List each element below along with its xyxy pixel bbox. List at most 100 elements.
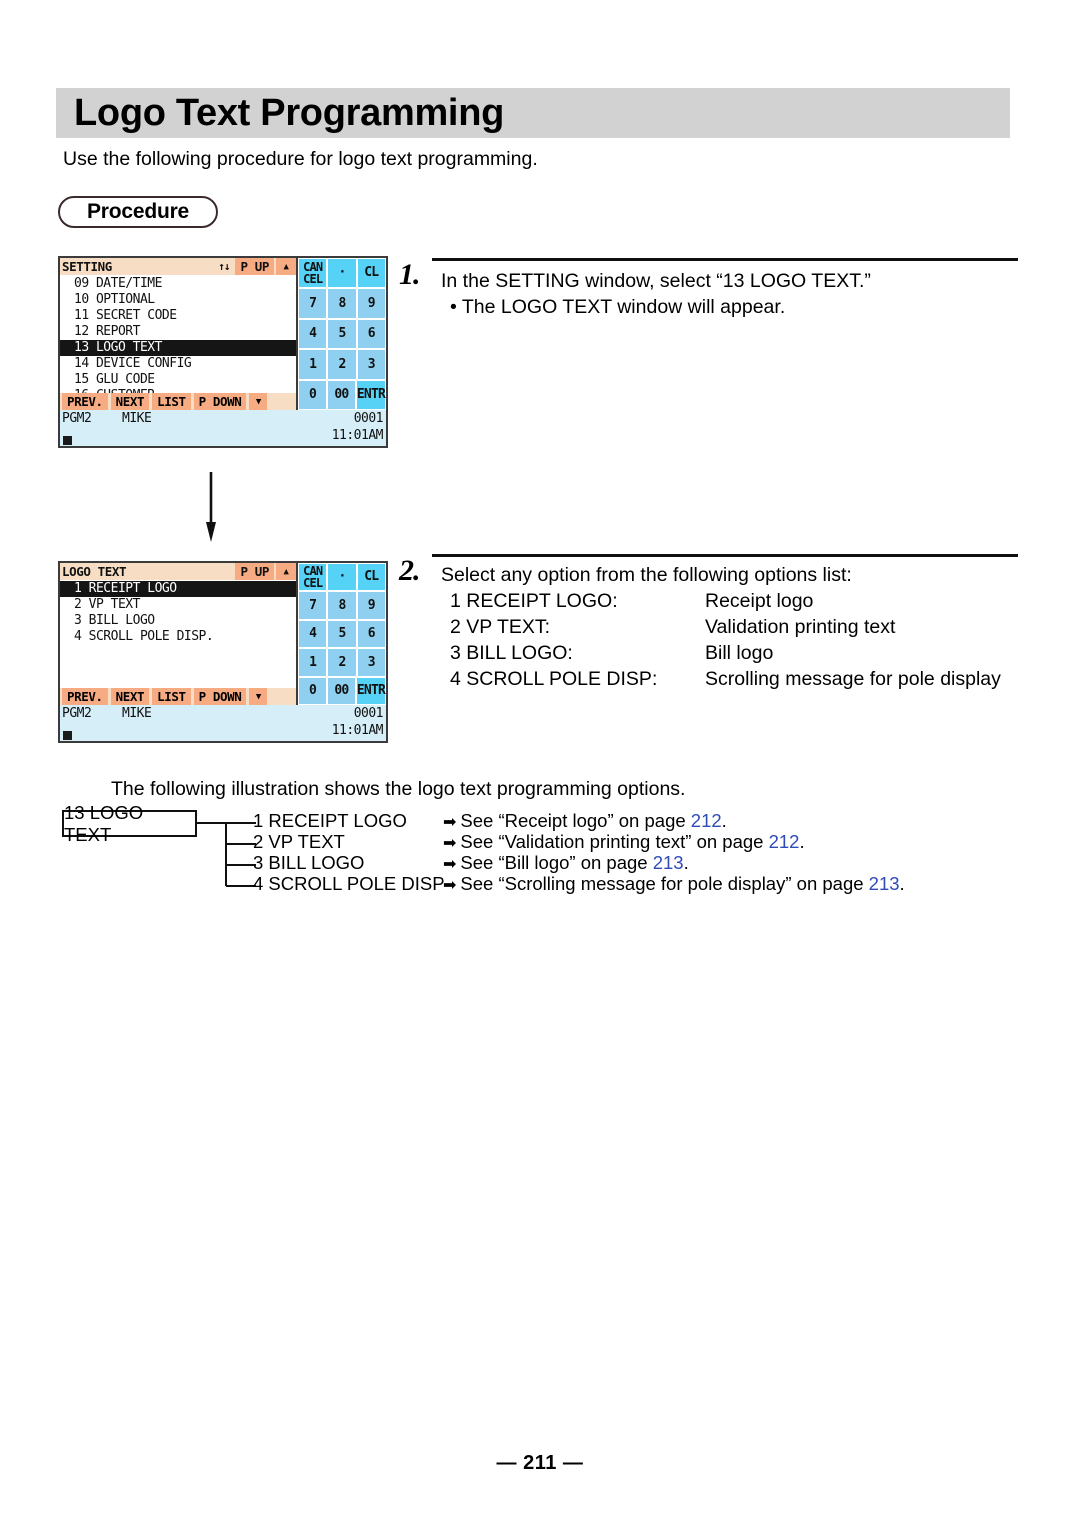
decimal-key[interactable]: · bbox=[328, 259, 356, 288]
cancel-key[interactable]: CAN CEL bbox=[299, 259, 327, 288]
scroll-up-arrow-icon[interactable]: ▲ bbox=[276, 258, 296, 275]
page-number-link[interactable]: 212 bbox=[691, 810, 722, 831]
keypad-row: 1 2 3 bbox=[298, 648, 386, 676]
table-row: 3 BILL LOGO: Bill logo bbox=[441, 640, 1001, 666]
key-2[interactable]: 2 bbox=[328, 649, 356, 676]
see-arrow-icon: ➡ bbox=[443, 856, 457, 873]
key-0[interactable]: 0 bbox=[299, 677, 326, 705]
key-0[interactable]: 0 bbox=[299, 380, 326, 410]
ecr-status-bar: PGM2 MIKE 0001 11:01AM bbox=[60, 410, 386, 446]
list-item[interactable]: 09 DATE/TIME bbox=[60, 276, 296, 292]
list-item-selected[interactable]: 1 RECEIPT LOGO bbox=[60, 581, 296, 597]
ecr-window-title: LOGO TEXT bbox=[62, 564, 127, 579]
step-2-rule bbox=[432, 554, 1018, 557]
page-number-link[interactable]: 212 bbox=[769, 831, 800, 852]
key-1[interactable]: 1 bbox=[299, 350, 327, 379]
status-mode: PGM2 bbox=[62, 411, 92, 426]
key-00[interactable]: 00 bbox=[327, 677, 355, 705]
key-4[interactable]: 4 bbox=[299, 319, 327, 349]
list-item[interactable]: 12 REPORT bbox=[60, 324, 296, 340]
status-mode: PGM2 bbox=[62, 706, 92, 721]
tree-connector-lines bbox=[196, 822, 256, 887]
step-2-number: 2. bbox=[399, 554, 420, 587]
list-item[interactable]: 15 GLU CODE bbox=[60, 372, 296, 388]
page-number-link[interactable]: 213 bbox=[653, 852, 684, 873]
scroll-down-arrow-icon[interactable]: ▼ bbox=[249, 688, 268, 705]
key-1[interactable]: 1 bbox=[299, 649, 327, 676]
page-up-button[interactable]: P UP bbox=[235, 563, 274, 580]
list-item[interactable]: 3 BILL LOGO bbox=[60, 613, 296, 629]
next-button[interactable]: NEXT bbox=[110, 393, 150, 410]
options-table: 1 RECEIPT LOGO: Receipt logo 2 VP TEXT: … bbox=[441, 588, 1001, 692]
key-8[interactable]: 8 bbox=[328, 592, 356, 619]
keypad-row: 7 8 9 bbox=[298, 591, 386, 619]
procedure-badge-label: Procedure bbox=[86, 200, 190, 223]
key-6[interactable]: 6 bbox=[357, 620, 385, 648]
list-item[interactable]: 10 OPTIONAL bbox=[60, 292, 296, 308]
list-item-selected[interactable]: 13 LOGO TEXT bbox=[60, 340, 296, 356]
clear-key[interactable]: CL bbox=[357, 564, 385, 591]
clear-key[interactable]: CL bbox=[357, 259, 385, 288]
decimal-key[interactable]: · bbox=[328, 564, 356, 591]
keypad-row: 0 00 ENTR bbox=[298, 677, 386, 705]
scroll-down-arrow-icon[interactable]: ▼ bbox=[249, 393, 268, 410]
key-9[interactable]: 9 bbox=[357, 289, 385, 318]
prev-button[interactable]: PREV. bbox=[62, 688, 108, 705]
page-title: Logo Text Programming bbox=[74, 92, 505, 134]
tree-item-label: 3 BILL LOGO bbox=[253, 852, 365, 873]
next-button[interactable]: NEXT bbox=[110, 688, 150, 705]
key-5[interactable]: 5 bbox=[328, 620, 356, 648]
cancel-key-line2: CEL bbox=[303, 576, 323, 591]
cancel-key[interactable]: CAN CEL bbox=[299, 564, 327, 591]
list-item[interactable]: 2 VP TEXT bbox=[60, 597, 296, 613]
option-label: 4 SCROLL POLE DISP: bbox=[450, 668, 658, 690]
key-3[interactable]: 3 bbox=[357, 350, 385, 379]
prev-button[interactable]: PREV. bbox=[62, 393, 108, 410]
key-2[interactable]: 2 bbox=[328, 350, 356, 379]
key-7[interactable]: 7 bbox=[299, 289, 327, 318]
page-number-link[interactable]: 213 bbox=[869, 873, 900, 894]
scroll-up-arrow-icon[interactable]: ▲ bbox=[276, 563, 296, 580]
key-5[interactable]: 5 bbox=[328, 319, 356, 349]
page-down-button[interactable]: P DOWN bbox=[193, 393, 247, 410]
ecr-screen-setting: SETTING ↑↓ P UP ▲ 09 DATE/TIME 10 OPTION… bbox=[58, 256, 388, 448]
enter-key[interactable]: ENTR bbox=[356, 677, 386, 705]
tree-reference-text: See “Scrolling message for pole display”… bbox=[460, 873, 869, 894]
cancel-key-line2: CEL bbox=[303, 272, 323, 287]
key-3[interactable]: 3 bbox=[357, 649, 385, 676]
step-1-number: 1. bbox=[399, 258, 420, 291]
key-7[interactable]: 7 bbox=[299, 592, 327, 619]
status-time: 11:01AM bbox=[331, 723, 384, 738]
list-item[interactable]: 4 SCROLL POLE DISP. bbox=[60, 629, 296, 645]
ecr-menu-list[interactable]: 1 RECEIPT LOGO 2 VP TEXT 3 BILL LOGO 4 S… bbox=[60, 580, 296, 688]
tree-intro-text: The following illustration shows the log… bbox=[111, 778, 686, 800]
ecr-keypad: CAN CEL · CL 7 8 9 4 5 6 1 2 3 0 00 ENTR bbox=[298, 258, 386, 410]
list-button[interactable]: LIST bbox=[152, 393, 191, 410]
page-down-button[interactable]: P DOWN bbox=[193, 688, 247, 705]
tree-reference: ➡ See “Receipt logo” on page 212. bbox=[443, 810, 905, 831]
key-00[interactable]: 00 bbox=[327, 380, 355, 410]
key-9[interactable]: 9 bbox=[357, 592, 385, 619]
keypad-row: 1 2 3 bbox=[298, 349, 386, 379]
tree-reference-period: . bbox=[683, 852, 689, 873]
ecr-window-title: SETTING bbox=[62, 259, 112, 274]
ecr-top-area: LOGO TEXT P UP ▲ 1 RECEIPT LOGO 2 VP TEX… bbox=[60, 563, 386, 705]
page-title-banner: Logo Text Programming bbox=[56, 88, 1010, 138]
enter-key[interactable]: ENTR bbox=[356, 380, 386, 410]
tree-reference-text: See “Receipt logo” on page bbox=[460, 810, 691, 831]
see-arrow-icon: ➡ bbox=[443, 814, 457, 831]
page-up-button[interactable]: P UP bbox=[235, 258, 274, 275]
ecr-menu-list[interactable]: 09 DATE/TIME 10 OPTIONAL 11 SECRET CODE … bbox=[60, 275, 296, 403]
tree-item-labels: 1 RECEIPT LOGO 2 VP TEXT 3 BILL LOGO 4 S… bbox=[253, 810, 445, 894]
list-button[interactable]: LIST bbox=[152, 688, 191, 705]
list-item[interactable]: 11 SECRET CODE bbox=[60, 308, 296, 324]
ecr-menubar: PREV. NEXT LIST P DOWN ▼ bbox=[60, 688, 296, 705]
step-2-lead: Select any option from the following opt… bbox=[441, 564, 852, 586]
key-8[interactable]: 8 bbox=[328, 289, 356, 318]
list-item[interactable]: 14 DEVICE CONFIG bbox=[60, 356, 296, 372]
key-6[interactable]: 6 bbox=[357, 319, 385, 349]
table-row: 4 SCROLL POLE DISP: Scrolling message fo… bbox=[441, 666, 1001, 692]
flow-down-arrow-icon bbox=[206, 472, 216, 542]
status-cursor-block bbox=[63, 436, 72, 445]
key-4[interactable]: 4 bbox=[299, 620, 327, 648]
